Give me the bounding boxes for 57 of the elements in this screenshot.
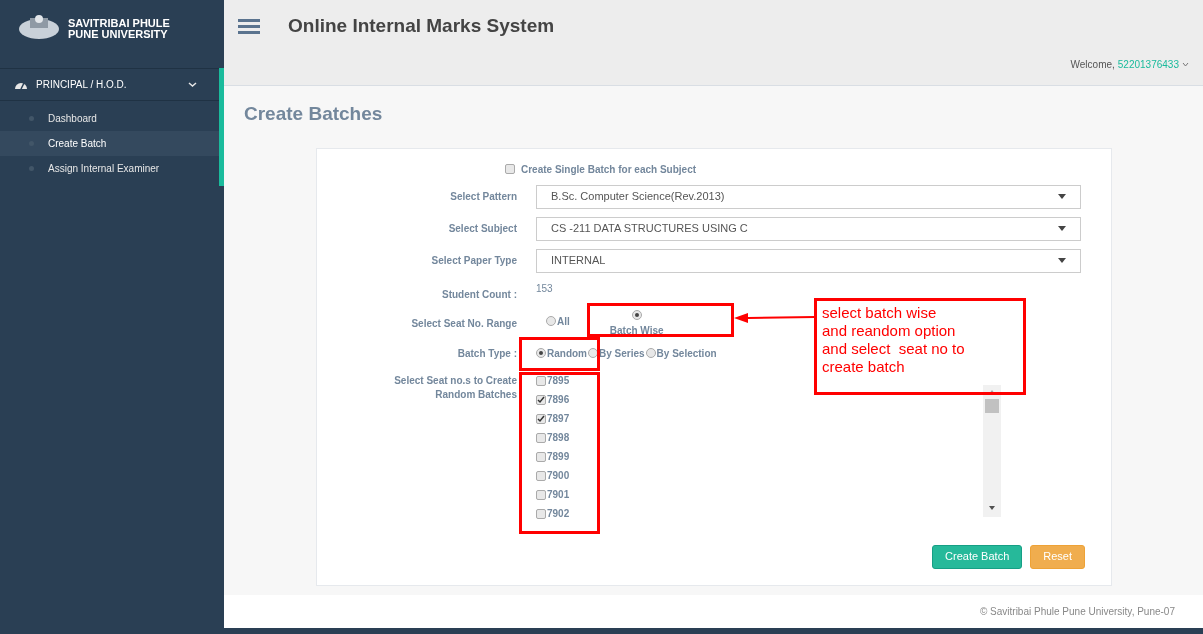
- footer-text: © Savitribai Phule Pune University, Pune-07: [979, 605, 1175, 619]
- radio-button[interactable]: [631, 309, 642, 320]
- checkbox[interactable]: [536, 432, 546, 443]
- select-field[interactable]: INTERNAL: [536, 248, 1081, 273]
- checkbox[interactable]: [536, 508, 546, 519]
- radio-label: By Selection: [656, 346, 717, 361]
- dropdown-arrow-icon: [1058, 194, 1066, 199]
- field-label: Select Subject: [447, 222, 517, 236]
- radio-label: Random: [547, 346, 587, 361]
- seat-number: 7901: [547, 488, 570, 502]
- checkbox[interactable]: [505, 164, 515, 174]
- student-count: 153: [536, 281, 553, 296]
- caret-icon: [1182, 62, 1189, 67]
- radio-label: All: [557, 314, 570, 329]
- emblem-icon: [18, 14, 60, 40]
- seat-number: 7895: [547, 374, 570, 388]
- checkbox[interactable]: [536, 413, 546, 424]
- seat-number: 7897: [547, 412, 570, 426]
- radio-label: By Series: [599, 346, 645, 361]
- checkbox[interactable]: [536, 451, 546, 462]
- checkbox-label: Create Single Batch for each Subject: [521, 162, 697, 177]
- university-name: SAVITRIBAI PHULE PUNE UNIVERSITY: [68, 16, 170, 40]
- checkbox[interactable]: [536, 489, 546, 500]
- seat-number: 7902: [547, 507, 570, 521]
- dropdown-arrow-icon: [1058, 258, 1066, 263]
- field-label: Student Count :: [441, 287, 517, 302]
- select-field[interactable]: CS -211 DATA STRUCTURES USING C: [536, 216, 1081, 241]
- dropdown-arrow-icon: [1058, 226, 1066, 231]
- chevron-icon: [188, 80, 197, 89]
- sidebar-item[interactable]: Assign Internal Examiner: [0, 156, 219, 181]
- field-label: Select Seat no.s to Create Random Batches: [393, 373, 517, 402]
- annotation-callout: select batch wise and reandom option and select seat no to create batch: [814, 297, 1026, 395]
- checkbox[interactable]: [536, 470, 546, 481]
- menu-section-header[interactable]: PRINCIPAL / H.O.D.: [0, 68, 219, 101]
- field-label: Batch Type :: [456, 346, 517, 361]
- field-label: Select Seat No. Range: [410, 316, 517, 331]
- field-label: Select Paper Type: [430, 254, 517, 268]
- sidebar-item[interactable]: Dashboard: [0, 106, 219, 131]
- page-title: Create Batches: [244, 102, 384, 126]
- seat-number: 7900: [547, 469, 570, 483]
- radio-button[interactable]: [546, 316, 556, 326]
- checkbox[interactable]: [536, 375, 546, 386]
- field-label: Select Pattern: [449, 190, 517, 204]
- radio-label: Batch Wise: [609, 323, 664, 338]
- app-title: Online Internal Marks System: [288, 13, 555, 38]
- seat-number: 7898: [547, 431, 570, 445]
- seat-number: 7896: [547, 393, 570, 407]
- welcome-text: Welcome,: [1070, 58, 1115, 72]
- menu-icon[interactable]: [238, 18, 260, 34]
- radio-button[interactable]: [536, 348, 546, 358]
- radio-button[interactable]: [645, 348, 656, 358]
- select-field[interactable]: B.Sc. Computer Science(Rev.2013): [536, 184, 1081, 209]
- checkbox[interactable]: [536, 394, 546, 405]
- radio-button[interactable]: [588, 348, 598, 358]
- sidebar-item[interactable]: Create Batch: [0, 131, 219, 156]
- scrollbar[interactable]: [983, 384, 1001, 517]
- seat-number: 7899: [547, 450, 570, 464]
